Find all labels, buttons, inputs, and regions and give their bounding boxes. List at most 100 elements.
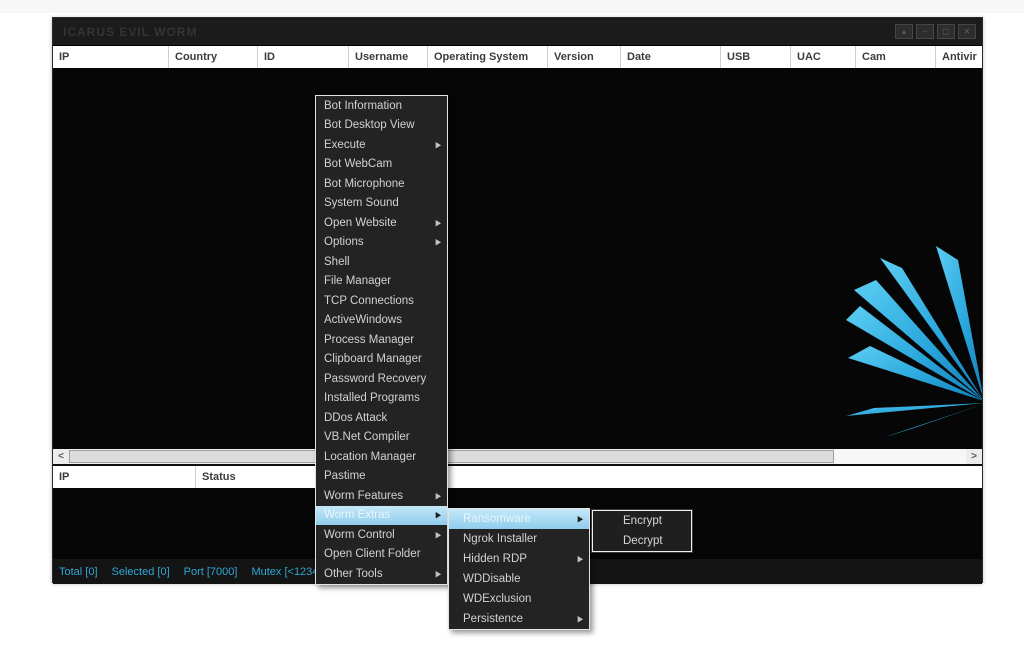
menu-item-label: Other Tools: [324, 568, 383, 580]
scrollbar-thumb[interactable]: [69, 450, 834, 463]
context-menu-item[interactable]: Pastime ▶: [316, 467, 447, 487]
menu-item-label: VB.Net Compiler: [324, 431, 410, 443]
submenu-arrow-icon: ▶: [436, 569, 441, 579]
menu-item-label: Execute: [324, 139, 366, 151]
menu-item-label: Worm Extras: [324, 509, 390, 521]
menu-item-label: Open Website: [324, 217, 397, 229]
context-menu-item[interactable]: File Manager ▶: [316, 272, 447, 292]
menu-item-label: TCP Connections: [324, 295, 414, 307]
context-menu-item[interactable]: VB.Net Compiler ▶: [316, 428, 447, 448]
bot-table-column-header[interactable]: Operating System: [428, 46, 548, 68]
bot-table-column-header[interactable]: Antivir: [936, 46, 982, 68]
context-menu-item[interactable]: Worm Features ▶: [316, 486, 447, 506]
context-menu-item[interactable]: Options ▶: [316, 233, 447, 253]
window-control-icon: ▴: [902, 28, 906, 36]
context-menu-item[interactable]: DDos Attack ▶: [316, 408, 447, 428]
menu-item-label: Encrypt: [623, 515, 662, 527]
menu-item-label: Persistence: [463, 613, 523, 625]
context-menu-item[interactable]: Open Client Folder ▶: [316, 545, 447, 565]
context-menu-item[interactable]: Worm Control ▶: [316, 525, 447, 545]
submenu-item[interactable]: Ngrok Installer ▶: [449, 529, 589, 549]
submenu-item[interactable]: Ransomware ▶: [449, 509, 589, 529]
scroll-left-button[interactable]: <: [53, 449, 69, 464]
bot-list-area[interactable]: [53, 68, 982, 449]
menu-item-label: Hidden RDP: [463, 553, 527, 565]
logo-wing-icon: [846, 246, 982, 446]
bot-table-column-header[interactable]: Country: [169, 46, 258, 68]
bot-table-column-header[interactable]: ID: [258, 46, 349, 68]
menu-item-label: System Sound: [324, 197, 399, 209]
window-control-icon: –: [923, 28, 927, 36]
context-menu-item[interactable]: Open Website ▶: [316, 213, 447, 233]
context-menu-item[interactable]: Shell ▶: [316, 252, 447, 272]
context-menu-item[interactable]: Bot Microphone ▶: [316, 174, 447, 194]
bot-table-header: IP Country ID Username Operating System …: [53, 46, 982, 68]
context-menu-item[interactable]: Password Recovery ▶: [316, 369, 447, 389]
submenu-arrow-icon: ▶: [436, 510, 441, 520]
menu-item-label: Process Manager: [324, 334, 414, 346]
menu-item-label: Installed Programs: [324, 392, 420, 404]
bot-table-column-header[interactable]: Cam: [856, 46, 936, 68]
menu-item-label: Ngrok Installer: [463, 533, 537, 545]
menu-item-label: Bot Desktop View: [324, 119, 415, 131]
window-control-button[interactable]: ▢: [937, 24, 955, 39]
submenu-item[interactable]: Decrypt: [593, 531, 691, 551]
menu-item-label: Options: [324, 236, 364, 248]
menu-item-label: DDos Attack: [324, 412, 387, 424]
window-title: ICARUS EVIL WORM: [59, 25, 197, 39]
status-bar-item: Selected [0]: [112, 566, 170, 578]
bot-table-column-header[interactable]: USB: [721, 46, 791, 68]
window-control-button[interactable]: ▴: [895, 24, 913, 39]
context-menu-item[interactable]: System Sound ▶: [316, 194, 447, 214]
window-control-icon: ✕: [964, 28, 971, 36]
bot-table-column-header[interactable]: UAC: [791, 46, 856, 68]
menu-item-label: Pastime: [324, 470, 366, 482]
ransomware-submenu: Encrypt Decrypt: [592, 510, 692, 552]
submenu-item[interactable]: Persistence ▶: [449, 609, 589, 629]
submenu-arrow-icon: ▶: [436, 491, 441, 501]
scroll-right-icon: >: [971, 452, 977, 462]
bot-table-column-header[interactable]: Version: [548, 46, 621, 68]
context-menu-item[interactable]: Process Manager ▶: [316, 330, 447, 350]
horizontal-scrollbar[interactable]: < >: [53, 449, 982, 464]
status-bar-item: Total [0]: [59, 566, 98, 578]
context-menu-item[interactable]: Worm Extras ▶: [316, 506, 447, 526]
status-table-header: IP Status: [53, 466, 982, 488]
menu-item-label: File Manager: [324, 275, 391, 287]
context-menu-item[interactable]: Other Tools ▶: [316, 564, 447, 584]
context-menu-item[interactable]: Bot Desktop View ▶: [316, 116, 447, 136]
window-control-button[interactable]: ✕: [958, 24, 976, 39]
bot-table-column-header[interactable]: Username: [349, 46, 428, 68]
submenu-arrow-icon: ▶: [578, 614, 583, 624]
menu-item-label: WDDisable: [463, 573, 521, 585]
menu-item-label: Location Manager: [324, 451, 416, 463]
status-table-column-header[interactable]: IP: [53, 466, 196, 488]
menu-item-label: Ransomware: [463, 513, 531, 525]
title-bar[interactable]: ICARUS EVIL WORM ▴ – ▢ ✕: [53, 18, 982, 46]
window-control-button[interactable]: –: [916, 24, 934, 39]
bot-table-column-header[interactable]: IP: [53, 46, 169, 68]
status-bar-item: Port [7000]: [184, 566, 238, 578]
context-menu-item[interactable]: Location Manager ▶: [316, 447, 447, 467]
context-menu-item[interactable]: Bot Information ▶: [316, 96, 447, 116]
menu-item-label: Shell: [324, 256, 350, 268]
context-menu-item[interactable]: Execute ▶: [316, 135, 447, 155]
menu-item-label: Worm Control: [324, 529, 395, 541]
menu-item-label: Bot WebCam: [324, 158, 392, 170]
context-menu-item[interactable]: ActiveWindows ▶: [316, 311, 447, 331]
submenu-arrow-icon: ▶: [436, 218, 441, 228]
bot-table-column-header[interactable]: Date: [621, 46, 721, 68]
submenu-item[interactable]: WDExclusion ▶: [449, 589, 589, 609]
submenu-item[interactable]: Hidden RDP ▶: [449, 549, 589, 569]
scroll-right-button[interactable]: >: [966, 449, 982, 464]
context-menu-item[interactable]: Installed Programs ▶: [316, 389, 447, 409]
context-menu-item[interactable]: Clipboard Manager ▶: [316, 350, 447, 370]
submenu-arrow-icon: ▶: [436, 237, 441, 247]
submenu-item[interactable]: Encrypt: [593, 511, 691, 531]
window-controls: ▴ – ▢ ✕: [895, 24, 976, 39]
menu-item-label: Password Recovery: [324, 373, 426, 385]
submenu-item[interactable]: WDDisable ▶: [449, 569, 589, 589]
context-menu-item[interactable]: TCP Connections ▶: [316, 291, 447, 311]
context-menu-item[interactable]: Bot WebCam ▶: [316, 155, 447, 175]
scrollbar-track[interactable]: [834, 449, 966, 464]
